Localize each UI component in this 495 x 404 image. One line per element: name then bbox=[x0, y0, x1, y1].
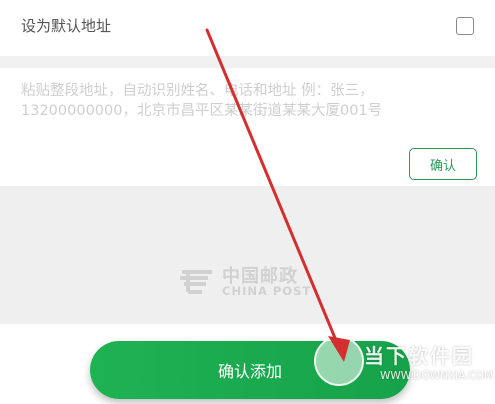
paste-placeholder: 粘贴整段地址，自动识别姓名、电话和地址 例：张三， 13200000000，北京… bbox=[21, 81, 461, 121]
china-post-emblem-icon bbox=[180, 270, 212, 294]
default-address-checkbox[interactable] bbox=[456, 17, 474, 35]
china-post-logo-en: CHINA POST bbox=[222, 284, 312, 298]
china-post-logo: 中国邮政 CHINA POST bbox=[178, 262, 328, 302]
section-divider bbox=[0, 56, 495, 68]
watermark-url: WWW.DOWNXIA.COM bbox=[380, 370, 494, 382]
default-address-label: 设为默认地址 bbox=[21, 17, 112, 35]
watermark-title: 当下软件园 bbox=[364, 344, 474, 368]
default-address-row[interactable]: 设为默认地址 bbox=[0, 0, 495, 56]
recognize-confirm-button[interactable]: 确认 bbox=[409, 148, 477, 180]
site-watermark: 当下软件园 WWW.DOWNXIA.COM bbox=[310, 330, 495, 400]
paste-placeholder-line-2: 13200000000，北京市昌平区某某街道某某大厦001号 bbox=[21, 103, 383, 119]
watermark-logo-icon bbox=[314, 336, 364, 386]
background-area: 中国邮政 CHINA POST bbox=[0, 186, 495, 324]
address-paste-area[interactable]: 粘贴整段地址，自动识别姓名、电话和地址 例：张三， 13200000000，北京… bbox=[0, 68, 495, 186]
paste-placeholder-line-1: 粘贴整段地址，自动识别姓名、电话和地址 例：张三， bbox=[21, 83, 374, 99]
